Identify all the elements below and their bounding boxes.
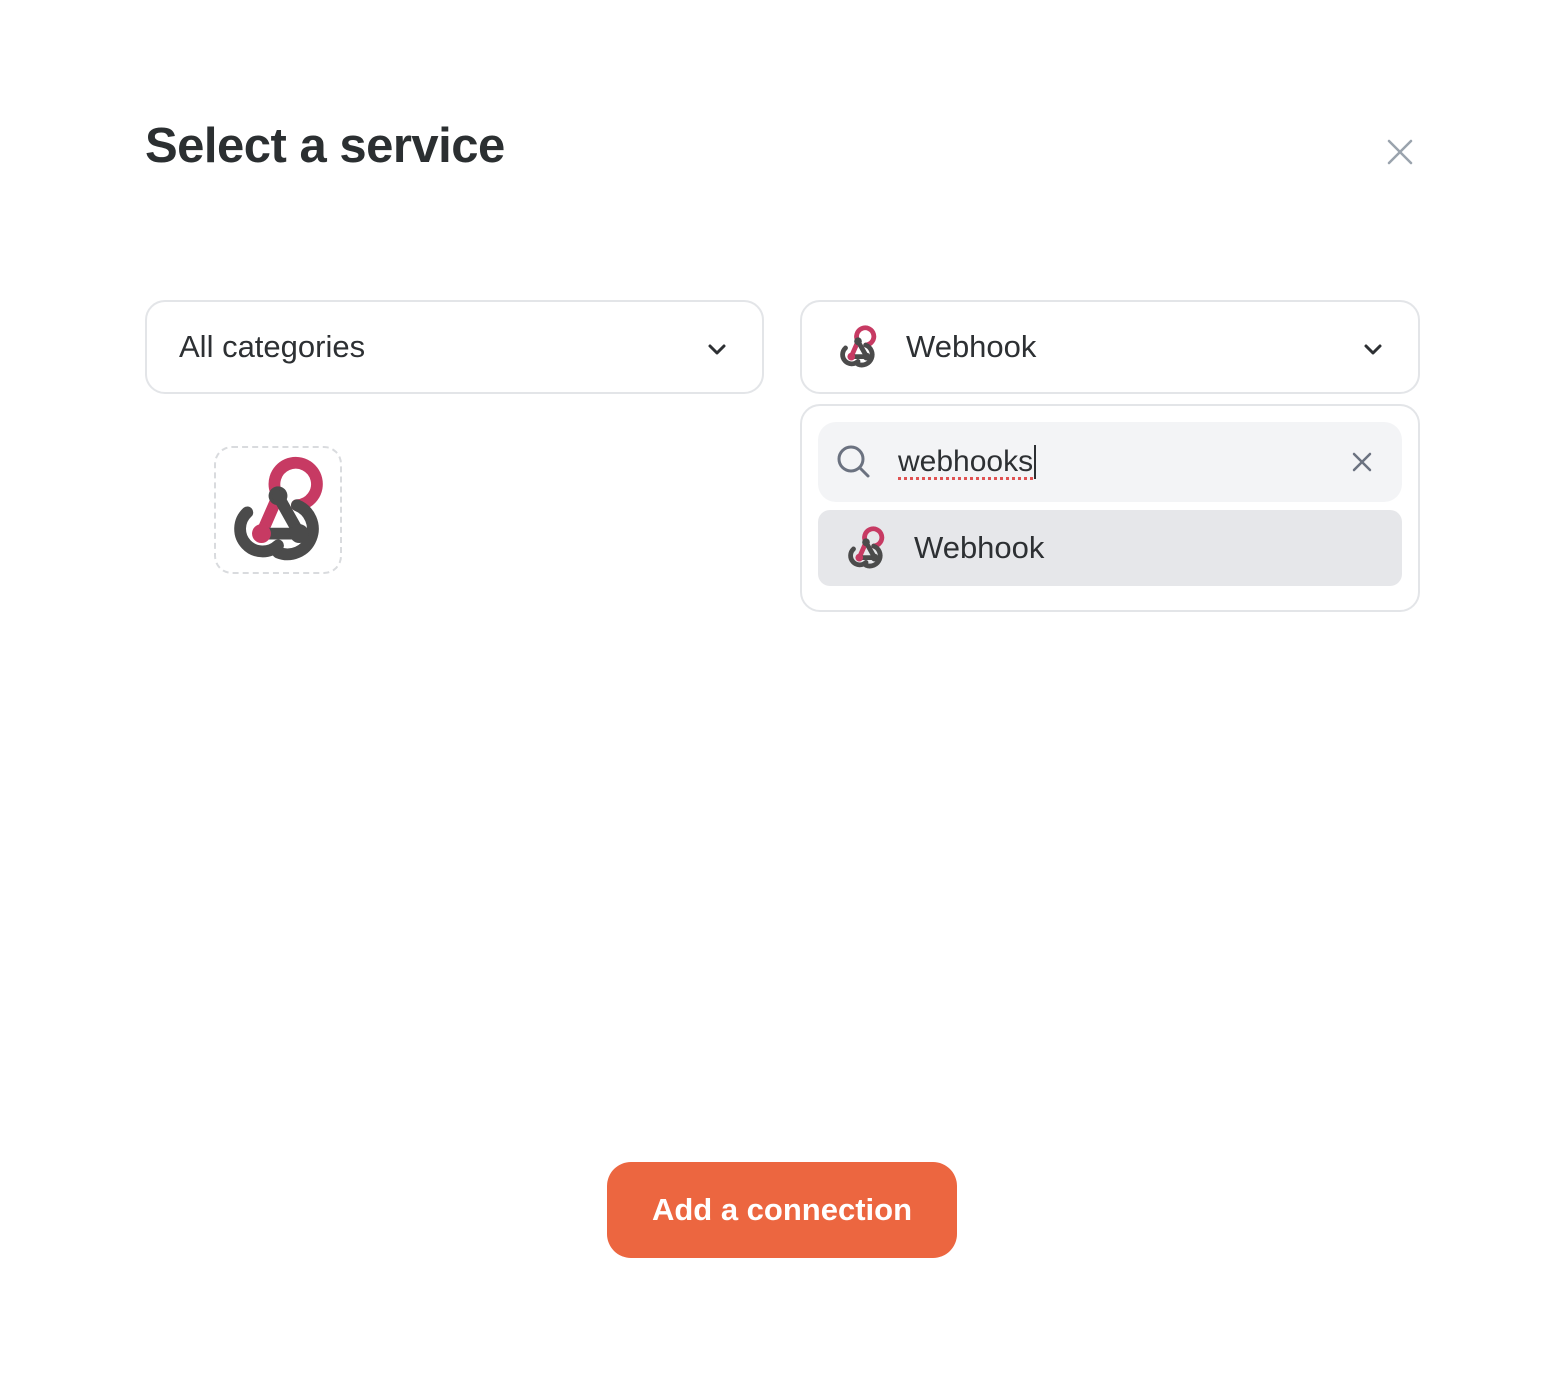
close-button[interactable]	[1380, 132, 1420, 172]
chevron-down-icon	[1364, 344, 1382, 355]
service-select[interactable]: Webhook	[800, 300, 1420, 394]
close-icon	[1387, 139, 1413, 165]
webhook-icon	[840, 325, 877, 368]
service-tile-webhook[interactable]	[214, 446, 342, 574]
text-caret	[1034, 445, 1037, 479]
service-search: webhooks	[818, 422, 1402, 502]
modal-title: Select a service	[145, 119, 505, 173]
webhook-icon	[234, 456, 323, 561]
add-connection-button[interactable]: Add a connection	[607, 1162, 957, 1258]
search-input[interactable]: webhooks	[898, 440, 1037, 484]
dropdown-option-label: Webhook	[914, 530, 1045, 565]
select-service-modal: Select a service All categories Webhook	[0, 0, 1562, 1376]
service-dropdown: webhooks Webhook	[800, 404, 1420, 612]
dropdown-option-webhook[interactable]: Webhook	[818, 510, 1402, 586]
category-select-value: All categories	[179, 329, 366, 364]
chevron-down-icon	[708, 344, 726, 355]
service-select-value: Webhook	[906, 329, 1037, 364]
webhook-icon	[848, 526, 885, 569]
close-icon	[1352, 452, 1372, 472]
search-input-value: webhooks	[898, 445, 1034, 478]
category-select[interactable]: All categories	[145, 300, 764, 394]
search-icon	[837, 445, 870, 478]
clear-search-button[interactable]	[1344, 444, 1380, 480]
